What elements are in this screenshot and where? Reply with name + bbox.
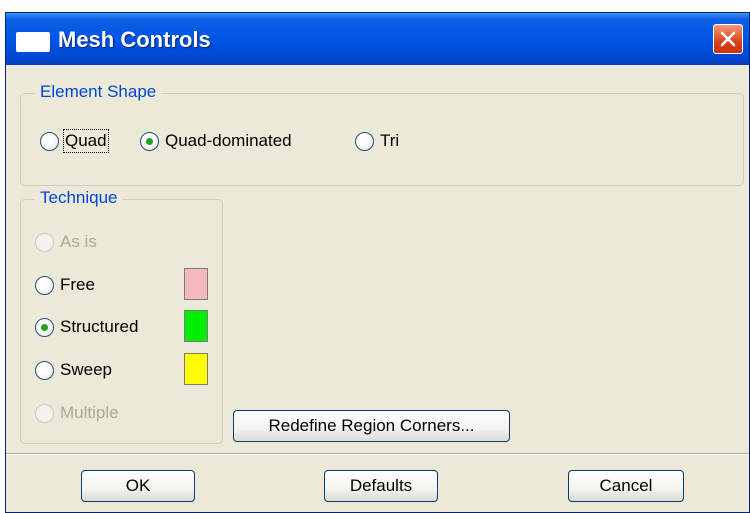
technique-option-as-is: As is	[35, 232, 97, 252]
free-color-swatch	[184, 268, 208, 300]
close-button[interactable]	[713, 24, 743, 54]
sweep-label: Sweep	[60, 360, 112, 379]
button-separator	[6, 453, 749, 455]
as-is-label: As is	[60, 232, 97, 251]
mesh-controls-dialog: Mesh Controls Element Shape Quad Quad-do…	[5, 12, 750, 513]
window-title: Mesh Controls	[58, 27, 211, 52]
technique-option-multiple: Multiple	[35, 403, 119, 423]
shape-option-quad-dominated[interactable]: Quad-dominated	[140, 131, 292, 151]
free-label: Free	[60, 275, 95, 294]
free-radio[interactable]	[35, 275, 54, 295]
window-icon	[16, 32, 50, 52]
element-shape-group: Element Shape Quad Quad-dominated Tri	[20, 82, 744, 186]
technique-group: Technique As is Free Structured Sweep Mu…	[20, 188, 223, 444]
redefine-region-corners-button[interactable]: Redefine Region Corners...	[233, 410, 510, 442]
shape-option-tri[interactable]: Tri	[355, 131, 399, 151]
sweep-color-swatch	[184, 353, 208, 385]
structured-radio[interactable]	[35, 317, 54, 337]
technique-legend: Technique	[35, 188, 123, 208]
technique-option-structured[interactable]: Structured	[35, 317, 138, 337]
as-is-radio	[35, 232, 54, 252]
cancel-button[interactable]: Cancel	[568, 470, 684, 502]
tri-radio[interactable]	[355, 131, 374, 151]
title-bar[interactable]: Mesh Controls	[6, 13, 749, 65]
structured-color-swatch	[184, 310, 208, 342]
tri-label: Tri	[380, 131, 400, 150]
multiple-radio	[35, 403, 54, 423]
structured-label: Structured	[60, 317, 139, 336]
technique-option-free[interactable]: Free	[35, 275, 95, 295]
ok-button[interactable]: OK	[81, 470, 195, 502]
element-shape-legend: Element Shape	[35, 82, 162, 102]
technique-option-sweep[interactable]: Sweep	[35, 360, 112, 380]
multiple-label: Multiple	[60, 403, 119, 422]
shape-option-quad[interactable]: Quad	[40, 129, 109, 153]
sweep-radio[interactable]	[35, 360, 54, 380]
quad-radio[interactable]	[40, 131, 59, 151]
close-icon	[720, 31, 736, 47]
defaults-button[interactable]: Defaults	[324, 470, 438, 502]
quad-label: Quad	[63, 129, 109, 153]
quad-dominated-radio[interactable]	[140, 131, 159, 151]
quad-dominated-label: Quad-dominated	[165, 131, 292, 150]
